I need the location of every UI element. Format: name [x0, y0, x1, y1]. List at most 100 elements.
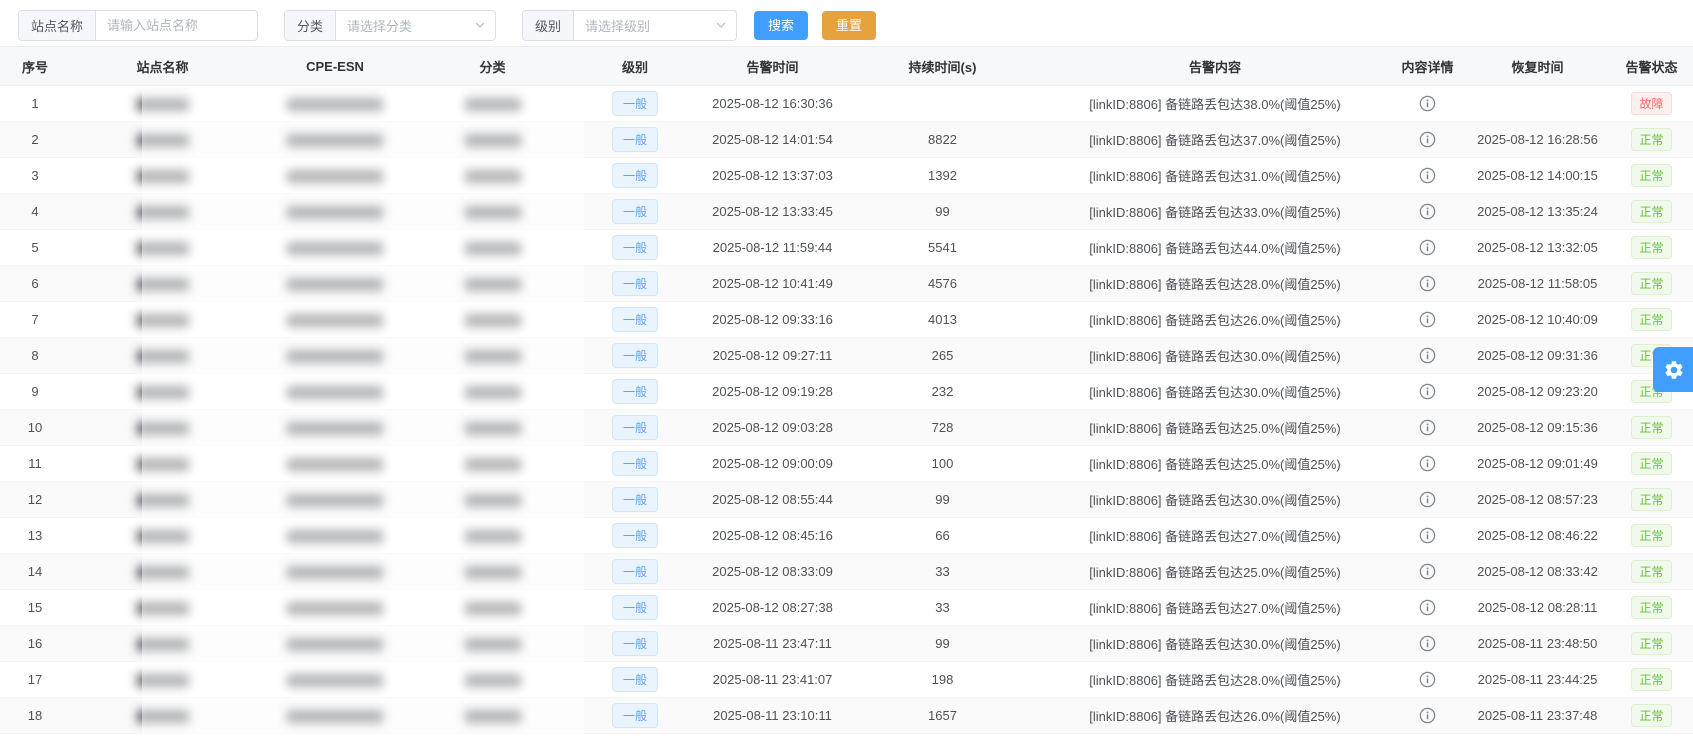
cell-level: 一般: [570, 661, 700, 698]
info-icon[interactable]: [1419, 383, 1436, 400]
info-icon[interactable]: [1419, 95, 1436, 112]
cell-site-redacted: [70, 229, 255, 266]
level-filter-group: 级别 请选择级别: [522, 9, 737, 41]
redacted-cpe-esn: [287, 530, 383, 544]
cell-recovery-time: 2025-08-12 08:57:23: [1465, 481, 1610, 518]
cell-category-redacted: [415, 301, 570, 338]
cell-site-redacted: [70, 193, 255, 230]
cell-category-redacted: [415, 661, 570, 698]
redacted-category: [464, 674, 521, 688]
cell-category-redacted: [415, 85, 570, 122]
cell-level: 一般: [570, 337, 700, 374]
chevron-down-icon: [716, 22, 726, 28]
cell-alarm-time: 2025-08-11 23:47:11: [700, 625, 845, 662]
cell-content-detail: [1390, 697, 1465, 734]
level-select[interactable]: 请选择级别: [574, 10, 736, 40]
column-header-10: 告警状态: [1610, 46, 1693, 86]
level-label: 级别: [523, 10, 575, 40]
cell-content-detail: [1390, 85, 1465, 122]
info-icon[interactable]: [1419, 239, 1436, 256]
redacted-site-name: [136, 494, 189, 508]
info-icon[interactable]: [1419, 455, 1436, 472]
reset-button[interactable]: 重置: [822, 10, 877, 40]
level-badge: 一般: [611, 271, 658, 296]
info-icon[interactable]: [1419, 203, 1436, 220]
cell-status: 正常: [1610, 517, 1693, 554]
table-row: 18 一般 2025-08-11 23:10:11 1657 [linkID:8806]…: [0, 697, 1693, 734]
cell-site-redacted: [70, 301, 255, 338]
cell-site-redacted: [70, 157, 255, 194]
cell-status: 正常: [1610, 625, 1693, 662]
redacted-category: [464, 602, 521, 616]
cell-content-detail: [1390, 481, 1465, 518]
table-row: 3 一般 2025-08-12 13:37:03 1392 [linkID:8806] …: [0, 157, 1693, 194]
info-icon[interactable]: [1419, 311, 1436, 328]
search-button[interactable]: 搜索: [754, 10, 809, 40]
cell-duration: 100: [845, 445, 1040, 482]
cell-site-redacted: [70, 121, 255, 158]
info-icon[interactable]: [1419, 671, 1436, 688]
table-row: 11 一般 2025-08-12 09:00:09 100 [linkID:8806] …: [0, 445, 1693, 482]
cell-alarm-time: 2025-08-12 08:27:38: [700, 589, 845, 626]
status-badge: 正常: [1631, 668, 1672, 691]
info-icon[interactable]: [1419, 131, 1436, 148]
cell-recovery-time: [1465, 85, 1610, 122]
info-icon[interactable]: [1419, 419, 1436, 436]
cell-level: 一般: [570, 373, 700, 410]
info-icon[interactable]: [1419, 635, 1436, 652]
redacted-site-name: [136, 530, 189, 544]
level-badge: 一般: [611, 559, 658, 584]
info-icon[interactable]: [1419, 491, 1436, 508]
cell-esn-redacted: [255, 85, 415, 122]
cell-status: 正常: [1610, 589, 1693, 626]
cell-category-redacted: [415, 481, 570, 518]
cell-recovery-time: 2025-08-12 08:33:42: [1465, 553, 1610, 590]
info-icon[interactable]: [1419, 707, 1436, 724]
cell-level: 一般: [570, 517, 700, 554]
info-icon[interactable]: [1419, 527, 1436, 544]
info-icon[interactable]: [1419, 563, 1436, 580]
cell-esn-redacted: [255, 445, 415, 482]
cell-esn-redacted: [255, 265, 415, 302]
cell-site-redacted: [70, 481, 255, 518]
cell-alarm-content: [linkID:8806] 备链路丢包达37.0%(阈值25%): [1040, 121, 1390, 158]
redacted-category: [464, 530, 521, 544]
settings-fab-button[interactable]: [1653, 347, 1693, 392]
info-icon[interactable]: [1419, 275, 1436, 292]
table-row: 1 一般 2025-08-12 16:30:36 [linkID:8806] 备链路丢…: [0, 85, 1693, 122]
cell-level: 一般: [570, 409, 700, 446]
info-icon[interactable]: [1419, 599, 1436, 616]
table-row: 8 一般 2025-08-12 09:27:11 265 [linkID:8806] 备…: [0, 337, 1693, 374]
cell-recovery-time: 2025-08-11 23:37:48: [1465, 697, 1610, 734]
redacted-site-name: [136, 350, 189, 364]
redacted-site-name: [136, 710, 189, 724]
cell-seq: 14: [0, 553, 70, 590]
info-icon[interactable]: [1419, 167, 1436, 184]
cell-alarm-content: [linkID:8806] 备链路丢包达31.0%(阈值25%): [1040, 157, 1390, 194]
cell-alarm-time: 2025-08-12 13:33:45: [700, 193, 845, 230]
table-row: 4 一般 2025-08-12 13:33:45 99 [linkID:8806] 备链…: [0, 193, 1693, 230]
cell-recovery-time: 2025-08-12 10:40:09: [1465, 301, 1610, 338]
cell-category-redacted: [415, 229, 570, 266]
redacted-cpe-esn: [287, 206, 383, 220]
cell-recovery-time: 2025-08-12 09:01:49: [1465, 445, 1610, 482]
status-badge: 正常: [1631, 704, 1672, 727]
cell-alarm-time: 2025-08-12 10:41:49: [700, 265, 845, 302]
status-badge: 正常: [1631, 632, 1672, 655]
level-badge: 一般: [611, 343, 658, 368]
cell-level: 一般: [570, 265, 700, 302]
cell-recovery-time: 2025-08-12 13:35:24: [1465, 193, 1610, 230]
level-badge: 一般: [611, 379, 658, 404]
status-badge: 正常: [1631, 452, 1672, 475]
category-select[interactable]: 请选择分类: [336, 10, 495, 40]
level-badge: 一般: [611, 199, 658, 224]
gear-icon: [1665, 360, 1683, 379]
level-badge: 一般: [611, 667, 658, 692]
site-name-input[interactable]: [96, 10, 257, 40]
redacted-category: [464, 458, 521, 472]
status-badge: 正常: [1631, 164, 1672, 187]
info-icon[interactable]: [1419, 347, 1436, 364]
cell-level: 一般: [570, 589, 700, 626]
table-row: 5 一般 2025-08-12 11:59:44 5541 [linkID:8806] …: [0, 229, 1693, 266]
cell-site-redacted: [70, 589, 255, 626]
